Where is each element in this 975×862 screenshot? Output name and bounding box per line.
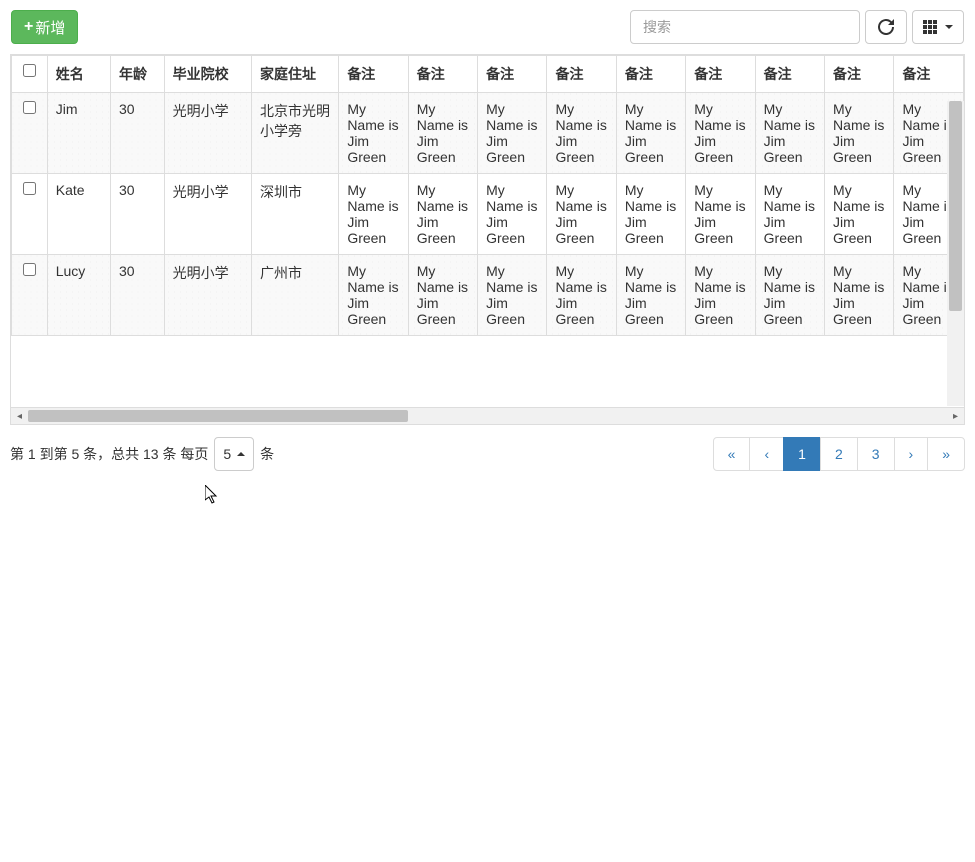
header-note[interactable]: 备注: [408, 56, 477, 93]
cell-note: My Name is Jim Green: [825, 255, 894, 336]
add-button[interactable]: +新增: [11, 10, 78, 44]
add-button-label: 新增: [35, 17, 65, 38]
page-1[interactable]: 1: [783, 437, 821, 471]
table-row: Kate30光明小学深圳市My Name is Jim GreenMy Name…: [12, 174, 964, 255]
cell-note: My Name is Jim Green: [686, 174, 755, 255]
cell-note: My Name is Jim Green: [686, 93, 755, 174]
header-note[interactable]: 备注: [825, 56, 894, 93]
pagination: « ‹ 1 2 3 › »: [714, 437, 965, 471]
refresh-button[interactable]: [865, 10, 907, 44]
header-note[interactable]: 备注: [894, 56, 964, 93]
page-info-suffix: 条: [260, 444, 274, 464]
page-prev[interactable]: ‹: [749, 437, 784, 471]
select-all-checkbox[interactable]: [23, 64, 36, 77]
header-note[interactable]: 备注: [339, 56, 408, 93]
toolbar: +新增: [10, 10, 965, 44]
horizontal-scroll-thumb[interactable]: [28, 410, 408, 422]
grid-icon: [923, 20, 937, 34]
refresh-icon: [878, 19, 894, 35]
header-checkbox-cell: [12, 56, 48, 93]
vertical-scrollbar[interactable]: [947, 101, 964, 406]
header-note[interactable]: 备注: [755, 56, 824, 93]
cell-school: 光明小学: [164, 93, 251, 174]
cell-note: My Name is Jim Green: [755, 93, 824, 174]
cell-note: My Name is Jim Green: [686, 255, 755, 336]
table-header-row: 姓名 年龄 毕业院校 家庭住址 备注 备注 备注 备注 备注 备注 备注 备注 …: [12, 56, 964, 93]
cell-age: 30: [110, 174, 164, 255]
table-scroll[interactable]: 姓名 年龄 毕业院校 家庭住址 备注 备注 备注 备注 备注 备注 备注 备注 …: [11, 55, 964, 407]
cell-age: 30: [110, 93, 164, 174]
cell-note: My Name is Jim Green: [339, 93, 408, 174]
plus-icon: +: [24, 18, 33, 36]
cell-note: My Name is Jim Green: [616, 255, 685, 336]
cell-address: 广州市: [251, 255, 338, 336]
page-3[interactable]: 3: [857, 437, 895, 471]
cell-name: Jim: [47, 93, 110, 174]
cell-name: Lucy: [47, 255, 110, 336]
page-last[interactable]: »: [927, 437, 965, 471]
table-container: 姓名 年龄 毕业院校 家庭住址 备注 备注 备注 备注 备注 备注 备注 备注 …: [10, 54, 965, 425]
header-note[interactable]: 备注: [478, 56, 547, 93]
header-note[interactable]: 备注: [547, 56, 616, 93]
cell-note: My Name is Jim Green: [408, 93, 477, 174]
header-note[interactable]: 备注: [616, 56, 685, 93]
row-checkbox-cell: [12, 174, 48, 255]
header-name[interactable]: 姓名: [47, 56, 110, 93]
header-age[interactable]: 年龄: [110, 56, 164, 93]
page-info: 第 1 到第 5 条，总共 13 条 每页 5 条: [10, 437, 274, 471]
vertical-scroll-thumb[interactable]: [949, 101, 962, 311]
page-first[interactable]: «: [713, 437, 751, 471]
row-checkbox[interactable]: [23, 182, 36, 195]
cell-school: 光明小学: [164, 174, 251, 255]
page-info-text: 第 1 到第 5 条，总共 13 条 每页: [10, 444, 208, 464]
row-checkbox-cell: [12, 255, 48, 336]
cursor-icon: [205, 485, 221, 505]
header-address[interactable]: 家庭住址: [251, 56, 338, 93]
cell-note: My Name is Jim Green: [616, 174, 685, 255]
cell-note: My Name is Jim Green: [408, 174, 477, 255]
row-checkbox[interactable]: [23, 101, 36, 114]
cell-address: 北京市光明小学旁: [251, 93, 338, 174]
cell-note: My Name is Jim Green: [478, 174, 547, 255]
page-size-value: 5: [223, 446, 231, 462]
cell-note: My Name is Jim Green: [755, 255, 824, 336]
cell-note: My Name is Jim Green: [825, 174, 894, 255]
cell-note: My Name is Jim Green: [478, 255, 547, 336]
scroll-right-arrow[interactable]: ▸: [947, 408, 964, 424]
page-next[interactable]: ›: [894, 437, 929, 471]
cell-note: My Name is Jim Green: [547, 255, 616, 336]
page-size-select[interactable]: 5: [214, 437, 254, 471]
search-input[interactable]: [630, 10, 860, 44]
data-table: 姓名 年龄 毕业院校 家庭住址 备注 备注 备注 备注 备注 备注 备注 备注 …: [11, 55, 964, 336]
table-row: Jim30光明小学北京市光明小学旁My Name is Jim GreenMy …: [12, 93, 964, 174]
table-footer: 第 1 到第 5 条，总共 13 条 每页 5 条 « ‹ 1 2 3 › »: [10, 437, 965, 471]
cell-note: My Name is Jim Green: [547, 174, 616, 255]
scroll-left-arrow[interactable]: ◂: [11, 408, 28, 424]
caret-up-icon: [237, 452, 245, 456]
cell-school: 光明小学: [164, 255, 251, 336]
columns-button[interactable]: [912, 10, 964, 44]
header-school[interactable]: 毕业院校: [164, 56, 251, 93]
cell-note: My Name is Jim Green: [755, 174, 824, 255]
header-note[interactable]: 备注: [686, 56, 755, 93]
chevron-down-icon: [945, 25, 953, 29]
cell-name: Kate: [47, 174, 110, 255]
cell-note: My Name is Jim Green: [616, 93, 685, 174]
table-row: Lucy30光明小学广州市My Name is Jim GreenMy Name…: [12, 255, 964, 336]
cell-age: 30: [110, 255, 164, 336]
horizontal-scrollbar[interactable]: ◂ ▸: [11, 407, 964, 424]
cell-note: My Name is Jim Green: [478, 93, 547, 174]
cell-note: My Name is Jim Green: [825, 93, 894, 174]
page-2[interactable]: 2: [820, 437, 858, 471]
cell-note: My Name is Jim Green: [547, 93, 616, 174]
cell-note: My Name is Jim Green: [408, 255, 477, 336]
cell-address: 深圳市: [251, 174, 338, 255]
row-checkbox-cell: [12, 93, 48, 174]
cell-note: My Name is Jim Green: [339, 255, 408, 336]
cell-note: My Name is Jim Green: [339, 174, 408, 255]
row-checkbox[interactable]: [23, 263, 36, 276]
